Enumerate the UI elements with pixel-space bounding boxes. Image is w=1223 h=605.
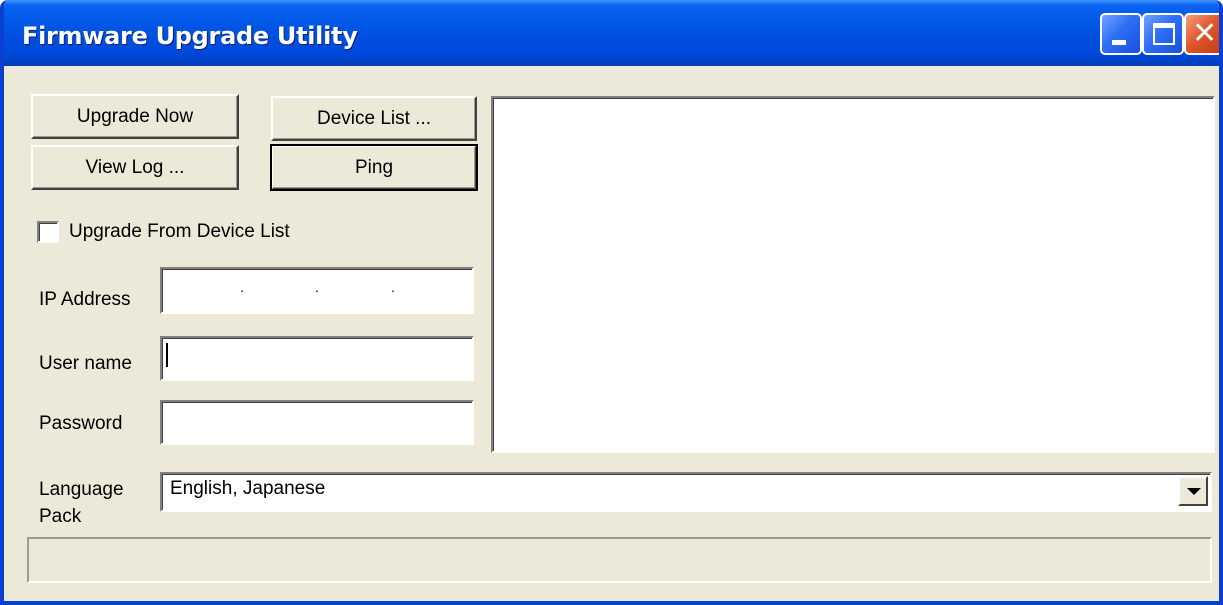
upgrade-from-device-list-label: Upgrade From Device List: [69, 221, 290, 242]
maximize-button[interactable]: [1142, 13, 1184, 55]
chevron-down-icon: [1187, 488, 1201, 495]
title-bar[interactable]: Firmware Upgrade Utility ✕: [4, 0, 1219, 66]
ip-address-field[interactable]: . . .: [160, 267, 474, 314]
ping-label: Ping: [354, 156, 394, 178]
firmware-upgrade-window: Firmware Upgrade Utility ✕ Upgrade Now D…: [0, 0, 1223, 605]
user-name-field[interactable]: [160, 336, 474, 381]
close-button[interactable]: ✕: [1184, 13, 1219, 55]
ping-button[interactable]: Ping: [270, 144, 478, 191]
text-caret: [166, 343, 168, 367]
user-name-label: User name: [39, 353, 132, 374]
language-pack-selected: English, Japanese: [170, 478, 326, 499]
device-list-button[interactable]: Device List ...: [271, 96, 477, 141]
ip-separator: .: [240, 279, 244, 295]
minimize-icon: [1112, 40, 1126, 45]
language-pack-label-line2: Pack: [39, 506, 82, 527]
log-output-box[interactable]: [491, 96, 1215, 453]
ip-separator: .: [315, 279, 319, 295]
password-label: Password: [39, 413, 123, 434]
device-list-label: Device List ...: [316, 107, 432, 129]
minimize-button[interactable]: [1100, 13, 1142, 55]
dropdown-button[interactable]: [1178, 476, 1208, 506]
language-pack-label-line1: Language: [39, 479, 124, 500]
view-log-label: View Log ...: [85, 156, 185, 178]
maximize-icon: [1153, 23, 1175, 45]
close-icon: ✕: [1192, 16, 1218, 51]
status-bar: [27, 537, 1212, 583]
upgrade-now-label: Upgrade Now: [76, 105, 194, 127]
view-log-button[interactable]: View Log ...: [31, 145, 239, 190]
window-title: Firmware Upgrade Utility: [22, 22, 358, 50]
ip-separator: .: [391, 279, 395, 295]
upgrade-now-button[interactable]: Upgrade Now: [31, 94, 239, 139]
language-pack-select[interactable]: English, Japanese: [160, 472, 1212, 512]
password-field[interactable]: [160, 400, 474, 445]
ip-address-label: IP Address: [39, 289, 131, 310]
upgrade-from-device-list-checkbox[interactable]: [37, 221, 59, 243]
